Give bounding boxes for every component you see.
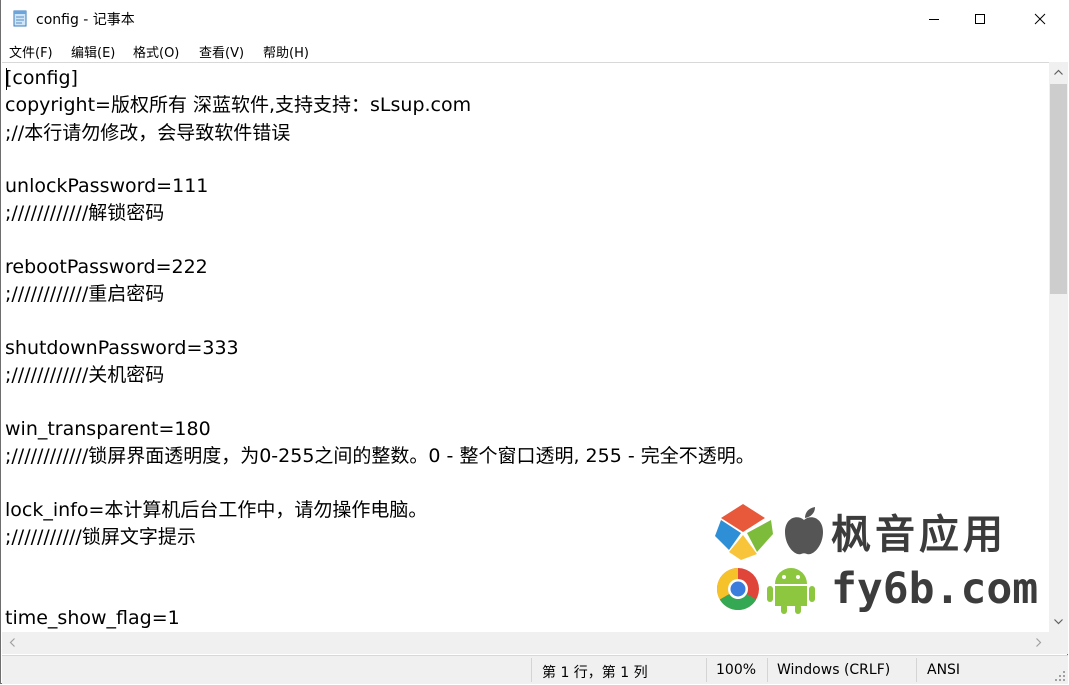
editor-line: shutdownPassword=333 [5, 337, 239, 359]
editor-line: ;///////////锁屏文字提示 [5, 526, 196, 548]
editor-line: ;//本行请勿修改，会导致软件错误 [5, 122, 291, 144]
menu-view[interactable]: 查看(V) [199, 42, 244, 61]
scroll-left-arrow-icon[interactable] [7, 637, 18, 648]
vertical-scroll-thumb[interactable] [1050, 84, 1067, 294]
maximize-button[interactable] [957, 0, 1003, 38]
scroll-down-arrow-icon[interactable] [1053, 616, 1064, 627]
resize-grip-icon[interactable] [1054, 670, 1066, 682]
editor-line: [config] [5, 67, 78, 89]
status-divider [767, 658, 768, 682]
menu-format[interactable]: 格式(O) [133, 42, 179, 61]
horizontal-scrollbar[interactable] [2, 632, 1049, 654]
text-editor[interactable]: [config] copyright=版权所有 深蓝软件,支持支持：sLsup.… [2, 62, 1049, 633]
editor-line: ;////////////解锁密码 [5, 202, 165, 224]
minimize-icon [929, 19, 939, 20]
scrollbar-corner [1049, 632, 1068, 654]
editor-line: unlockPassword=111 [5, 175, 209, 197]
notepad-icon [12, 9, 28, 27]
status-divider [916, 658, 917, 682]
close-icon [1034, 13, 1046, 25]
notepad-window: config - 记事本 文件(F) 编辑(E) 格式(O) 查看(V) 帮助(… [0, 0, 1069, 684]
editor-line: rebootPassword=222 [5, 256, 208, 278]
editor-line: win_transparent=180 [5, 418, 211, 440]
status-divider [706, 658, 707, 682]
status-bar: 第 1 行，第 1 列 100% Windows (CRLF) ANSI [2, 655, 1068, 684]
scroll-up-arrow-icon[interactable] [1053, 67, 1064, 78]
editor-line: time_show_flag=1 [5, 607, 180, 629]
editor-line: ;////////////关机密码 [5, 364, 165, 386]
encoding: ANSI [927, 662, 961, 678]
editor-line: copyright=版权所有 深蓝软件,支持支持：sLsup.com [5, 94, 472, 116]
editor-line: ;////////////锁屏界面透明度，为0-255之间的整数。0 - 整个窗… [5, 445, 755, 467]
editor-line: ;////////////重启密码 [5, 283, 165, 305]
minimize-button[interactable] [911, 0, 957, 38]
menu-file[interactable]: 文件(F) [9, 42, 53, 61]
status-divider [531, 658, 532, 682]
scroll-right-arrow-icon[interactable] [1033, 637, 1044, 648]
window-title: config - 记事本 [36, 12, 135, 28]
zoom-level: 100% [716, 662, 757, 678]
editor-line: lock_info=本计算机后台工作中，请勿操作电脑。 [5, 499, 428, 521]
menu-bar: 文件(F) 编辑(E) 格式(O) 查看(V) 帮助(H) [1, 38, 1069, 62]
cursor-position: 第 1 行，第 1 列 [542, 665, 648, 681]
maximize-icon [975, 14, 985, 24]
title-bar: config - 记事本 [1, 0, 1069, 38]
line-ending: Windows (CRLF) [777, 662, 891, 678]
menu-edit[interactable]: 编辑(E) [71, 42, 115, 61]
close-button[interactable] [1017, 0, 1063, 38]
vertical-scrollbar[interactable] [1049, 62, 1068, 632]
menu-help[interactable]: 帮助(H) [263, 42, 309, 61]
